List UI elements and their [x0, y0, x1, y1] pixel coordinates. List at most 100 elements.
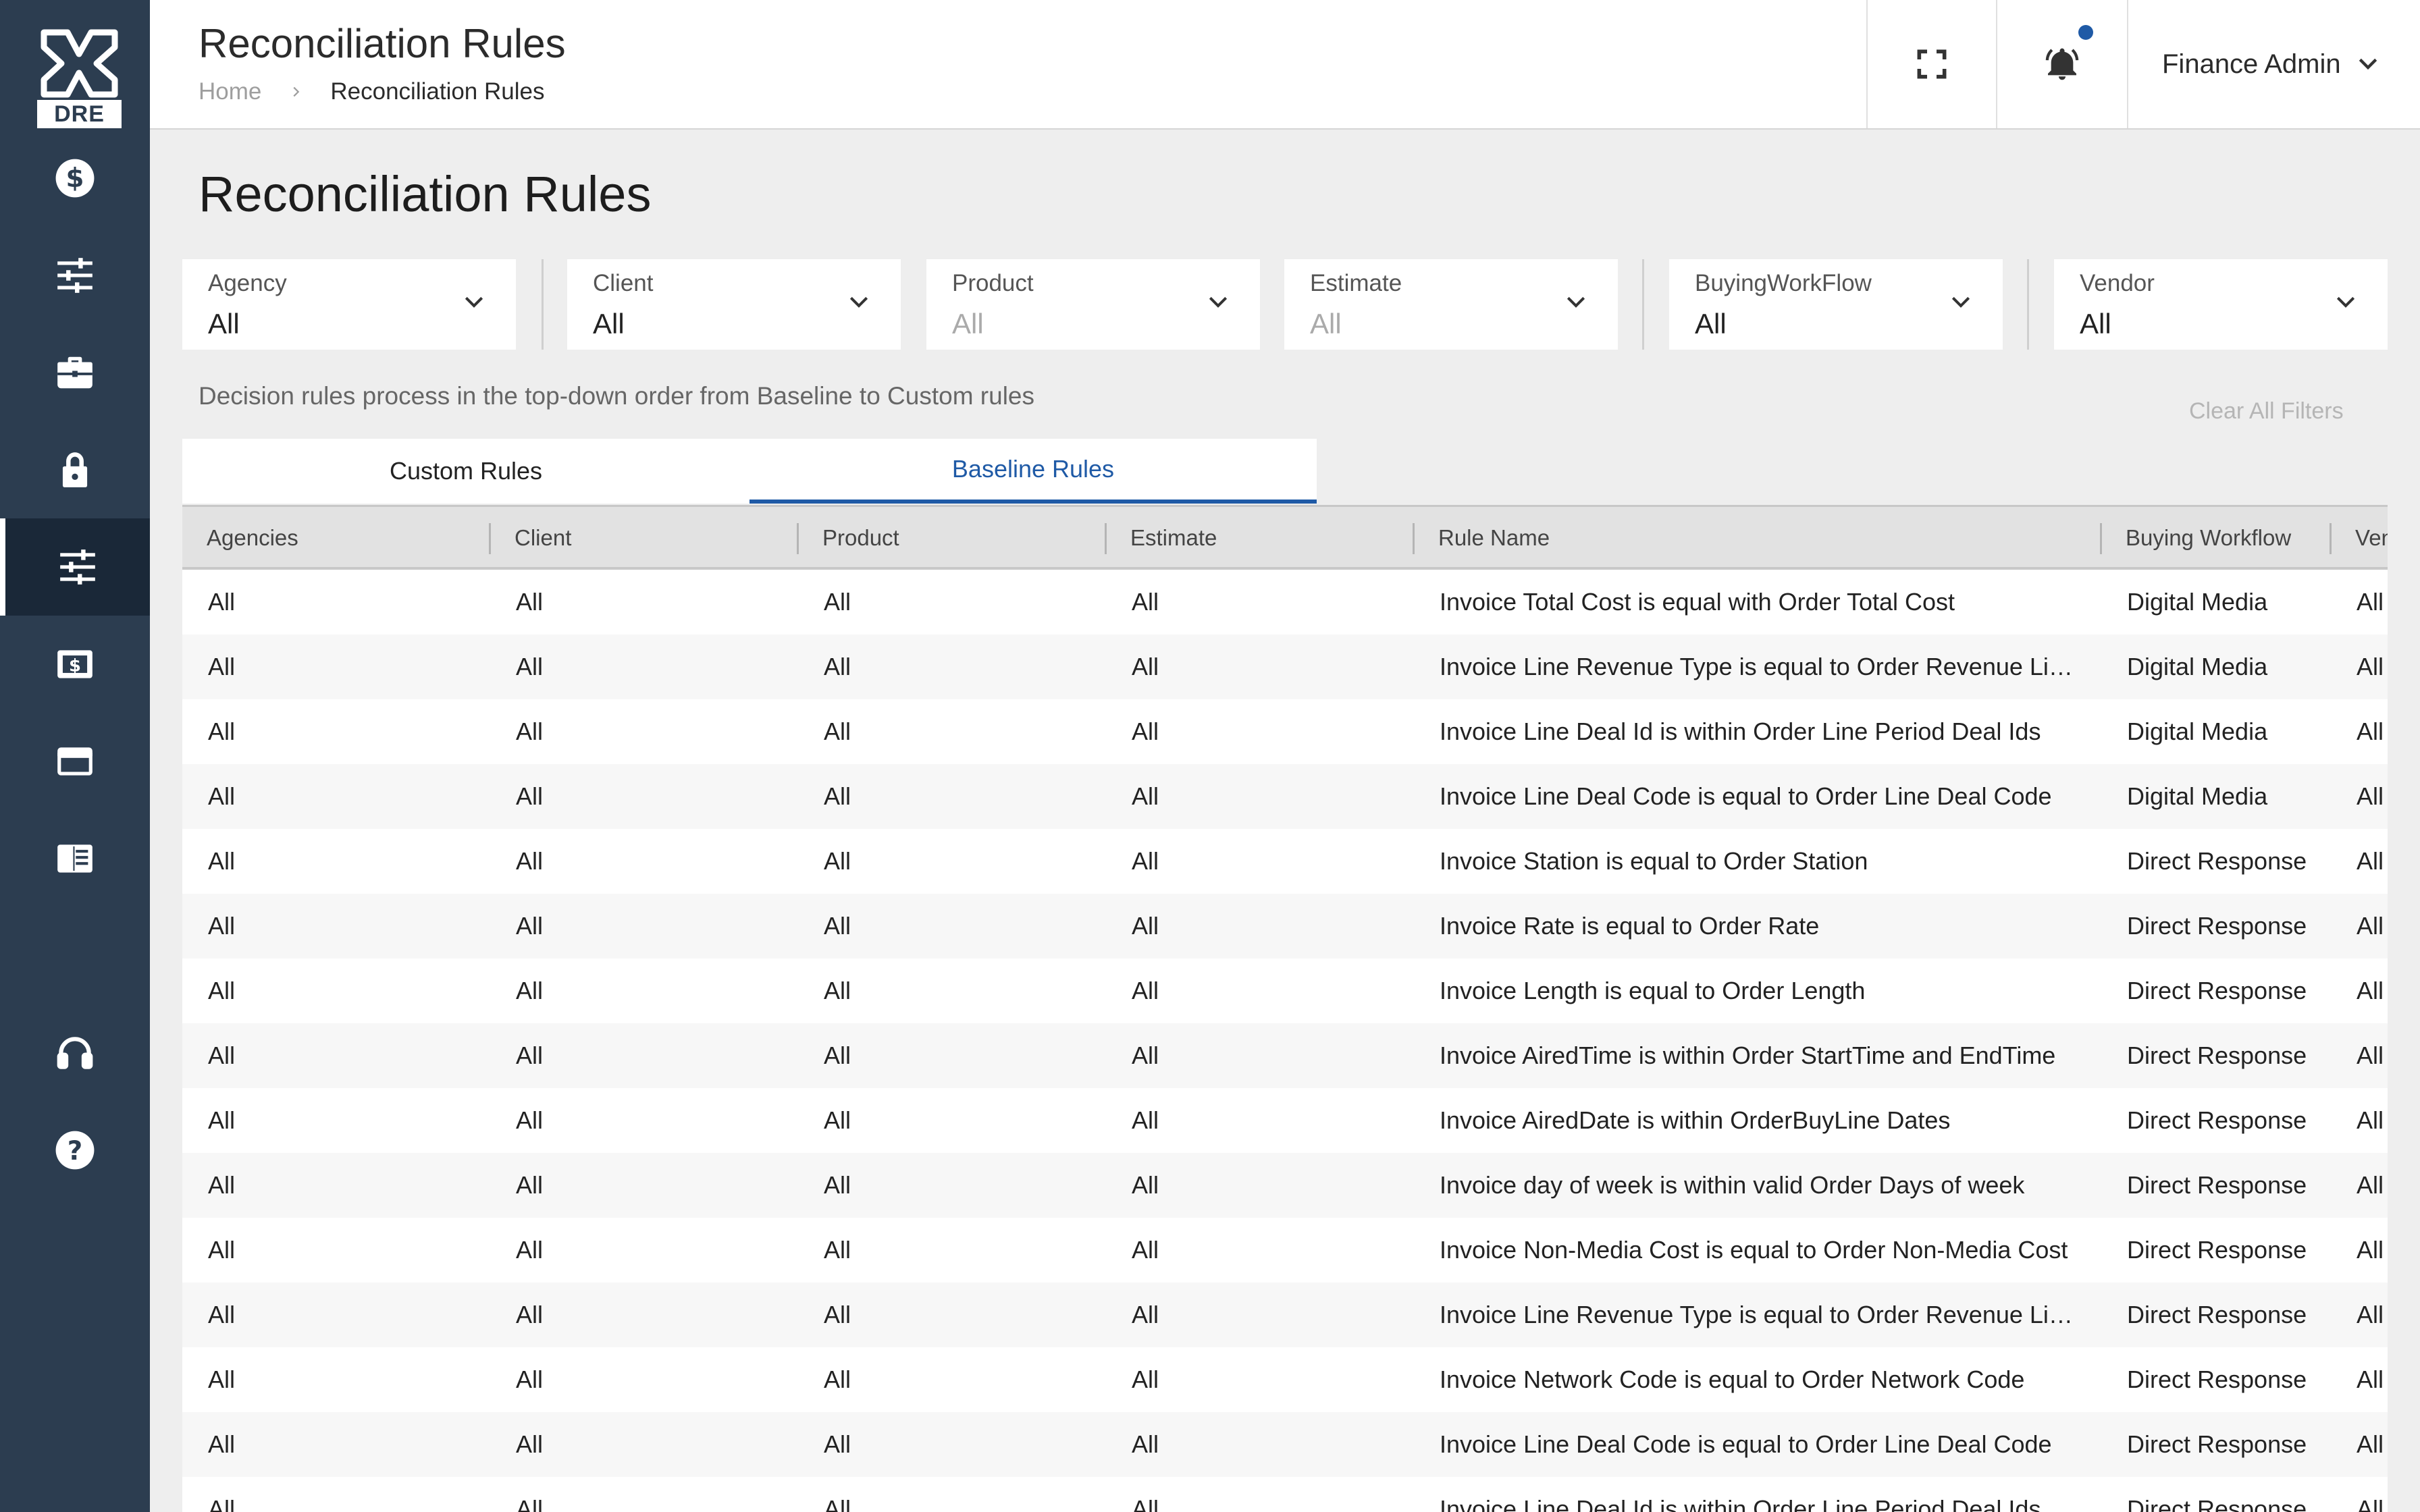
cell-rule-name: Invoice Station is equal to Order Statio… — [1440, 847, 1868, 875]
sidebar-item-agencies[interactable] — [0, 324, 150, 421]
app-logo[interactable]: DRE — [37, 27, 122, 128]
cell-vendor: All — [2357, 1171, 2384, 1199]
fullscreen-button[interactable] — [1866, 0, 1996, 128]
sidebar-item-invoices[interactable]: $ — [0, 616, 150, 713]
cell-rule-name: Invoice Line Deal Code is equal to Order… — [1440, 1430, 2052, 1458]
cell-vendor: All — [2357, 718, 2384, 745]
vendor-filter[interactable]: Vendor All — [2054, 259, 2388, 350]
table-row[interactable]: All All All All Invoice Line Deal Id is with… — [182, 1477, 2388, 1512]
table-row[interactable]: All All All All Invoice Line Deal Code is eq… — [182, 1412, 2388, 1477]
agency-filter[interactable]: Agency All — [182, 259, 516, 350]
sidebar-item-billing[interactable]: $ — [0, 130, 150, 227]
table-row[interactable]: All All All All Invoice AiredTime is within … — [182, 1023, 2388, 1088]
breadcrumb: Home Reconciliation Rules — [199, 78, 544, 105]
chevron-down-icon — [2359, 58, 2377, 70]
cell-rule-name: Invoice Rate is equal to Order Rate — [1440, 912, 1820, 940]
cell-agency: All — [208, 1171, 236, 1199]
column-header-product[interactable]: Product — [822, 507, 1093, 569]
product-filter[interactable]: Product All — [926, 259, 1260, 350]
chevron-down-icon — [1951, 296, 1970, 308]
sidebar-item-payments[interactable] — [0, 713, 150, 810]
cell-buying-workflow: Direct Response — [2127, 1301, 2307, 1328]
column-header-agencies[interactable]: Agencies — [207, 507, 477, 569]
breadcrumb-chevron-icon — [288, 79, 303, 105]
table-row[interactable]: All All All All Invoice Line Revenue Type is… — [182, 1282, 2388, 1347]
column-resize-handle[interactable] — [797, 523, 799, 554]
cell-agency: All — [208, 1106, 236, 1134]
user-menu[interactable]: Finance Admin — [2127, 0, 2420, 128]
cell-vendor: All — [2357, 782, 2384, 810]
cell-estimate: All — [1132, 653, 1159, 680]
table-row[interactable]: All All All All Invoice Non-Media Cost is eq… — [182, 1218, 2388, 1282]
cell-buying-workflow: Digital Media — [2127, 653, 2268, 680]
sidebar-item-support[interactable] — [0, 1004, 150, 1102]
cell-client: All — [516, 1366, 544, 1393]
sidebar-item-help[interactable]: ? — [0, 1102, 150, 1199]
table-row[interactable]: All All All All Invoice Station is equal to … — [182, 829, 2388, 894]
cell-rule-name: Invoice Non-Media Cost is equal to Order… — [1440, 1236, 2068, 1264]
column-resize-handle[interactable] — [1413, 523, 1415, 554]
column-resize-handle[interactable] — [1105, 523, 1107, 554]
cell-product: All — [824, 1106, 851, 1134]
table-row[interactable]: All All All All Invoice Line Deal Code is eq… — [182, 764, 2388, 829]
buying-workflow-filter[interactable]: BuyingWorkFlow All — [1669, 259, 2003, 350]
tab-custom-rules[interactable]: Custom Rules — [182, 439, 749, 504]
cell-estimate: All — [1132, 782, 1159, 810]
table-row[interactable]: All All All All Invoice Rate is equal to Ord… — [182, 894, 2388, 959]
cell-vendor: All — [2357, 847, 2384, 875]
sidebar-item-settings[interactable] — [0, 227, 150, 324]
cell-agency: All — [208, 718, 236, 745]
column-resize-handle[interactable] — [2100, 523, 2102, 554]
column-resize-handle[interactable] — [2330, 523, 2332, 554]
notifications-button[interactable] — [1996, 0, 2127, 128]
cell-estimate: All — [1132, 1366, 1159, 1393]
column-header-client[interactable]: Client — [515, 507, 785, 569]
cell-rule-name: Invoice Line Revenue Type is equal to Or… — [1440, 1301, 2081, 1328]
cell-product: All — [824, 653, 851, 680]
table-row[interactable]: All All All All Invoice Line Revenue Type is… — [182, 634, 2388, 699]
cell-product: All — [824, 1301, 851, 1328]
breadcrumb-home-link[interactable]: Home — [199, 78, 261, 105]
cell-buying-workflow: Direct Response — [2127, 847, 2307, 875]
svg-text:$: $ — [69, 655, 81, 676]
client-filter[interactable]: Client All — [567, 259, 901, 350]
filter-label: Agency — [208, 270, 287, 296]
cell-client: All — [516, 977, 544, 1004]
briefcase-icon — [57, 356, 93, 389]
column-header-rule-name[interactable]: Rule Name — [1438, 507, 2086, 569]
table-row[interactable]: All All All All Invoice AiredDate is within … — [182, 1088, 2388, 1153]
rules-sliders-icon — [60, 549, 95, 585]
cell-product: All — [824, 782, 851, 810]
column-resize-handle[interactable] — [489, 523, 491, 554]
estimate-filter[interactable]: Estimate All — [1284, 259, 1618, 350]
sidebar-item-reconciliation-rules[interactable] — [0, 518, 150, 616]
cell-buying-workflow: Digital Media — [2127, 782, 2268, 810]
cell-agency: All — [208, 1042, 236, 1069]
sidebar: DRE $ $ ? — [0, 0, 150, 1512]
table-row[interactable]: All All All All Invoice day of week is withi… — [182, 1153, 2388, 1218]
cell-client: All — [516, 1042, 544, 1069]
column-header-vendor[interactable]: Vendor — [2355, 507, 2388, 569]
bell-icon — [2045, 48, 2079, 80]
cell-product: All — [824, 912, 851, 940]
filter-value: All — [1310, 308, 1342, 340]
table-row[interactable]: All All All All Invoice Total Cost is equal … — [182, 570, 2388, 634]
cell-vendor: All — [2357, 912, 2384, 940]
cell-rule-name: Invoice AiredTime is within Order StartT… — [1440, 1042, 2056, 1069]
table-row[interactable]: All All All All Invoice Line Deal Id is with… — [182, 699, 2388, 764]
filter-divider — [1642, 259, 1644, 350]
clear-all-filters-button[interactable]: Clear All Filters — [2189, 398, 2344, 425]
cell-product: All — [824, 1430, 851, 1458]
table-row[interactable]: All All All All Invoice Network Code is equa… — [182, 1347, 2388, 1412]
ledger-icon — [57, 844, 93, 873]
cell-agency: All — [208, 653, 236, 680]
tab-baseline-rules[interactable]: Baseline Rules — [749, 439, 1317, 504]
sidebar-item-security[interactable] — [0, 421, 150, 518]
column-header-buying-workflow[interactable]: Buying Workflow — [2126, 507, 2342, 569]
cell-product: All — [824, 977, 851, 1004]
column-header-estimate[interactable]: Estimate — [1130, 507, 1400, 569]
sidebar-item-ledger[interactable] — [0, 810, 150, 907]
table-row[interactable]: All All All All Invoice Length is equal to O… — [182, 959, 2388, 1023]
filter-value: All — [208, 308, 240, 340]
filter-divider — [2027, 259, 2029, 350]
